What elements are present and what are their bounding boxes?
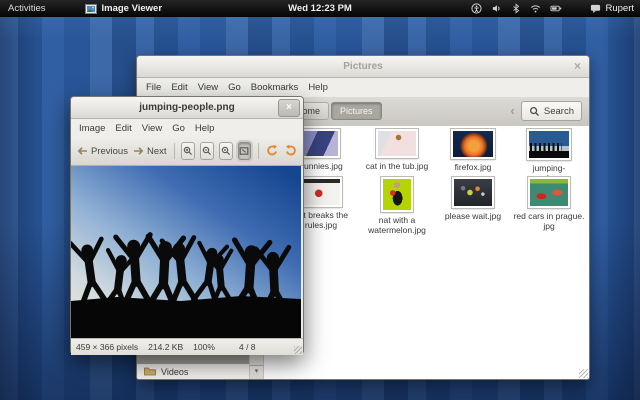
- file-name: please wait.jpg: [445, 211, 501, 221]
- zoom-in-button[interactable]: [181, 142, 195, 160]
- file-grid: bunnies.jpg cat in the tub.jpg firefox.jpg…: [283, 127, 587, 223]
- menu-file[interactable]: File: [141, 82, 166, 93]
- scroll-down-button[interactable]: ▾: [250, 365, 263, 379]
- accessibility-icon[interactable]: [471, 3, 482, 14]
- file-thumbnail-nat-breaks: [300, 177, 342, 207]
- desktop: Activities Image Viewer Wed 12:23 PM: [0, 0, 640, 400]
- file-thumbnail-bunnies: [302, 129, 340, 158]
- file-thumbnail-cat: [376, 129, 418, 158]
- rotate-right-icon: [284, 144, 297, 156]
- menu-go[interactable]: Go: [223, 82, 246, 93]
- zoom-best-fit-button[interactable]: [238, 142, 252, 160]
- file-manager-close-button[interactable]: ×: [574, 59, 581, 73]
- user-menu[interactable]: Rupert: [590, 3, 634, 14]
- file-thumbnail-please-wait: [452, 177, 494, 208]
- search-button-label: Search: [544, 106, 574, 117]
- menu-view[interactable]: View: [137, 123, 167, 134]
- file-thumbnail-watermelon: [381, 177, 413, 212]
- zoom-out-button[interactable]: [200, 142, 214, 160]
- file-name: cat in the tub.jpg: [366, 161, 428, 171]
- network-icon[interactable]: [530, 3, 541, 14]
- file-item[interactable]: please wait.jpg: [435, 175, 511, 223]
- sidebar-item-videos[interactable]: Videos: [137, 364, 249, 379]
- image-viewer-window: jumping-people.png × ImageEditViewGoHelp…: [70, 96, 304, 354]
- image-viewer-title: jumping-people.png: [139, 102, 235, 113]
- file-manager-title: Pictures: [343, 61, 382, 72]
- file-item[interactable]: jumping-people.png: [511, 127, 587, 175]
- zoom-level: 100%: [193, 342, 215, 352]
- back-button[interactable]: ‹: [510, 103, 514, 118]
- previous-label: Previous: [91, 146, 128, 157]
- username: Rupert: [605, 3, 634, 14]
- folder-icon: [144, 367, 156, 376]
- zoom-best-fit-icon: [239, 146, 249, 156]
- file-thumbnail-red-cars: [528, 177, 570, 208]
- image-dimensions: 459 × 366 pixels: [76, 342, 138, 352]
- top-panel: Activities Image Viewer Wed 12:23 PM: [0, 0, 640, 17]
- volume-icon[interactable]: [491, 3, 502, 14]
- image-viewer-statusbar: 459 × 366 pixels 214.2 KB 100% 4 / 8: [71, 338, 303, 355]
- image-viewer-toolbar: Previous Next: [71, 137, 303, 166]
- file-name: red cars in prague. jpg: [512, 211, 586, 231]
- previous-button[interactable]: Previous: [77, 146, 128, 157]
- image-index: 4 / 8: [239, 342, 256, 352]
- toolbar-separator: [258, 143, 259, 159]
- zoom-normal-button[interactable]: [219, 142, 233, 160]
- search-icon: [529, 106, 540, 117]
- menu-bookmarks[interactable]: Bookmarks: [246, 82, 304, 93]
- jumping-people-photo: [71, 166, 301, 338]
- file-thumbnail-jumping: [527, 129, 571, 160]
- file-item[interactable]: firefox.jpg: [435, 127, 511, 175]
- image-viewer-resize-grip[interactable]: [294, 346, 302, 354]
- toolbar-separator: [174, 143, 175, 159]
- status-area: [471, 3, 562, 14]
- search-button[interactable]: Search: [521, 101, 582, 121]
- menu-help[interactable]: Help: [190, 123, 220, 134]
- rotate-left-icon: [266, 144, 279, 156]
- file-name: nat with a watermelon.jpg: [360, 215, 434, 235]
- activities-button[interactable]: Activities: [8, 3, 45, 14]
- zoom-out-icon: [202, 146, 212, 156]
- sidebar-item-label: Videos: [161, 367, 188, 377]
- menu-go[interactable]: Go: [167, 123, 190, 134]
- file-name: firefox.jpg: [455, 162, 492, 172]
- image-viewer-app-icon: [85, 3, 97, 15]
- app-menu[interactable]: Image Viewer: [85, 3, 162, 15]
- file-item[interactable]: red cars in prague. jpg: [511, 175, 587, 223]
- zoom-normal-icon: [221, 146, 231, 156]
- rotate-left-button[interactable]: [266, 144, 279, 159]
- chat-icon: [590, 3, 601, 14]
- image-viewer-close-button[interactable]: ×: [278, 99, 300, 117]
- menu-edit[interactable]: Edit: [110, 123, 136, 134]
- previous-arrow-icon: [77, 146, 88, 156]
- next-button[interactable]: Next: [133, 146, 167, 157]
- breadcrumb-pictures-button[interactable]: Pictures: [331, 102, 382, 120]
- file-manager-titlebar[interactable]: Pictures ×: [137, 56, 589, 78]
- file-item[interactable]: cat in the tub.jpg: [359, 127, 435, 175]
- image-filesize: 214.2 KB: [148, 342, 183, 352]
- app-menu-label: Image Viewer: [101, 3, 162, 14]
- zoom-in-icon: [183, 146, 193, 156]
- rotate-right-button[interactable]: [284, 144, 297, 159]
- menu-image[interactable]: Image: [74, 123, 110, 134]
- next-label: Next: [147, 146, 167, 157]
- image-canvas[interactable]: [71, 166, 301, 338]
- menu-edit[interactable]: Edit: [166, 82, 192, 93]
- file-name: bunnies.jpg: [299, 161, 342, 171]
- file-item[interactable]: nat with a watermelon.jpg: [359, 175, 435, 223]
- clock[interactable]: Wed 12:23 PM: [288, 3, 352, 14]
- file-thumbnail-firefox: [451, 129, 495, 159]
- image-viewer-menubar: ImageEditViewGoHelp: [71, 119, 303, 137]
- menu-view[interactable]: View: [193, 82, 223, 93]
- battery-icon[interactable]: [550, 3, 562, 14]
- image-viewer-titlebar[interactable]: jumping-people.png ×: [71, 97, 303, 119]
- file-manager-menubar: FileEditViewGoBookmarksHelp: [137, 78, 589, 97]
- file-manager-resize-grip[interactable]: [579, 369, 588, 378]
- menu-help[interactable]: Help: [303, 82, 333, 93]
- next-arrow-icon: [133, 146, 144, 156]
- bluetooth-icon[interactable]: [511, 3, 521, 14]
